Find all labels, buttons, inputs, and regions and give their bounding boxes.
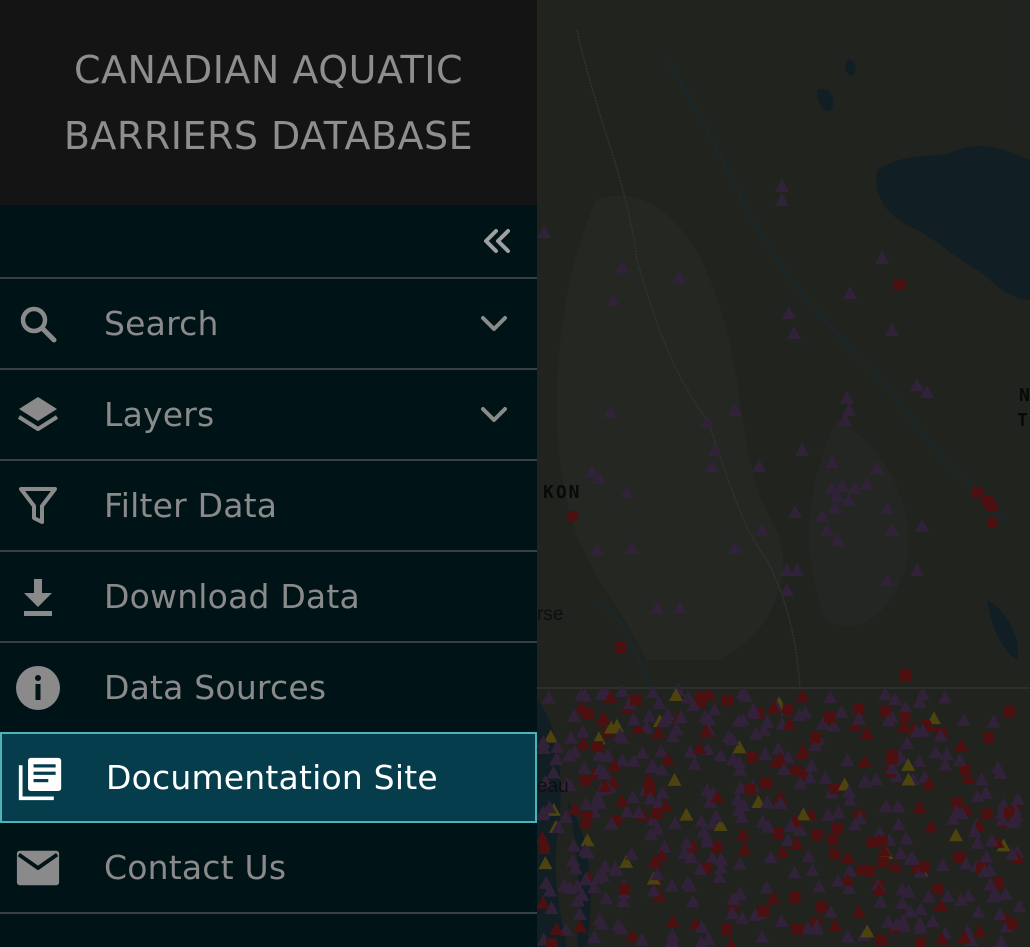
barrier-marker[interactable] xyxy=(899,711,911,723)
barrier-marker[interactable] xyxy=(866,836,878,848)
barrier-marker[interactable] xyxy=(932,883,944,895)
barrier-marker[interactable] xyxy=(579,774,591,786)
barrier-marker[interactable] xyxy=(876,835,888,847)
sidebar: CANADIAN AQUATIC BARRIERS DATABASE Searc… xyxy=(0,0,537,947)
app-title-line: BARRIERS DATABASE xyxy=(63,113,474,158)
chevron-down-icon[interactable] xyxy=(479,400,509,430)
nav-item-download-data[interactable]: Download Data xyxy=(0,552,537,643)
layers-icon xyxy=(15,392,61,438)
map-city-label: eau xyxy=(537,776,569,797)
barrier-marker[interactable] xyxy=(782,704,794,716)
filter-icon xyxy=(15,483,61,529)
barrier-marker[interactable] xyxy=(618,883,630,895)
map-canvas[interactable] xyxy=(537,0,1030,947)
barrier-marker[interactable] xyxy=(581,811,593,823)
barrier-marker[interactable] xyxy=(744,783,756,795)
barrier-marker[interactable] xyxy=(981,808,993,820)
barrier-marker[interactable] xyxy=(810,732,822,744)
nav-item-label: Data Sources xyxy=(104,668,327,707)
double-chevron-left-icon xyxy=(484,229,510,253)
barrier-marker[interactable] xyxy=(1003,706,1015,718)
barrier-marker[interactable] xyxy=(567,511,578,522)
nav-item-layers[interactable]: Layers xyxy=(0,370,537,461)
barrier-marker[interactable] xyxy=(746,751,758,763)
barrier-marker[interactable] xyxy=(760,777,772,789)
barrier-marker[interactable] xyxy=(987,517,998,528)
nav-item-label: Contact Us xyxy=(104,848,287,887)
map-view[interactable]: KON N T rse eau xyxy=(537,0,1030,947)
barrier-marker[interactable] xyxy=(722,695,733,706)
chevron-down-icon[interactable] xyxy=(479,309,509,339)
map-region-label: KON xyxy=(543,482,582,503)
barrier-marker[interactable] xyxy=(758,905,770,917)
barrier-marker[interactable] xyxy=(875,934,887,946)
mail-icon xyxy=(15,845,61,891)
nav-item-label: Filter Data xyxy=(104,486,278,525)
info-icon xyxy=(15,665,61,711)
barrier-marker[interactable] xyxy=(538,842,550,854)
barrier-marker[interactable] xyxy=(592,741,604,753)
barrier-marker[interactable] xyxy=(615,642,626,653)
barrier-marker[interactable] xyxy=(811,829,823,841)
barrier-marker[interactable] xyxy=(954,851,966,863)
barrier-marker[interactable] xyxy=(789,891,801,903)
barrier-marker[interactable] xyxy=(919,861,931,873)
app-title-line: CANADIAN AQUATIC xyxy=(74,47,463,92)
barrier-marker[interactable] xyxy=(790,765,802,777)
nav-item-label: Documentation Site xyxy=(106,758,438,797)
barrier-marker[interactable] xyxy=(721,924,733,936)
barrier-marker[interactable] xyxy=(856,864,868,876)
library-books-icon xyxy=(17,756,63,802)
barrier-marker[interactable] xyxy=(878,856,890,868)
download-icon xyxy=(15,574,61,620)
nav-item-contact-us[interactable]: Contact Us xyxy=(0,823,537,914)
collapse-row xyxy=(0,205,537,279)
barrier-marker[interactable] xyxy=(828,848,840,860)
barrier-marker[interactable] xyxy=(791,923,803,935)
barrier-marker[interactable] xyxy=(772,828,784,840)
nav-item-search[interactable]: Search xyxy=(0,279,537,370)
nav-item-label: Layers xyxy=(104,395,215,434)
nav-item-filter-data[interactable]: Filter Data xyxy=(0,461,537,552)
map-city-label: rse xyxy=(537,604,564,625)
collapse-sidebar-button[interactable] xyxy=(479,223,515,259)
app-root: KON N T rse eau CANADIAN AQUATIC BARRIER… xyxy=(0,0,1030,947)
barrier-marker[interactable] xyxy=(900,670,911,681)
map-region-label: N xyxy=(1019,385,1030,406)
nav-item-label: Search xyxy=(104,304,219,343)
barrier-marker[interactable] xyxy=(1007,918,1019,930)
barrier-marker[interactable] xyxy=(894,279,905,290)
barrier-marker[interactable] xyxy=(824,711,836,723)
app-title: CANADIAN AQUATIC BARRIERS DATABASE xyxy=(19,37,519,169)
search-icon xyxy=(15,301,61,347)
barrier-marker[interactable] xyxy=(886,753,898,765)
barrier-marker[interactable] xyxy=(986,501,997,512)
barrier-marker[interactable] xyxy=(983,732,995,744)
nav-item-documentation-site[interactable]: Documentation Site xyxy=(0,732,537,823)
map-region-label: T xyxy=(1017,410,1030,431)
sidebar-header: CANADIAN AQUATIC BARRIERS DATABASE xyxy=(0,0,537,205)
barrier-marker[interactable] xyxy=(831,822,843,834)
barrier-marker[interactable] xyxy=(816,901,828,913)
barrier-marker[interactable] xyxy=(827,834,839,846)
nav-item-data-sources[interactable]: Data Sources xyxy=(0,643,537,734)
barrier-marker[interactable] xyxy=(630,694,642,706)
barrier-marker[interactable] xyxy=(546,938,558,947)
barrier-marker[interactable] xyxy=(914,937,926,947)
nav-item-label: Download Data xyxy=(104,577,360,616)
barrier-marker[interactable] xyxy=(582,708,594,720)
barrier-marker[interactable] xyxy=(972,487,983,498)
